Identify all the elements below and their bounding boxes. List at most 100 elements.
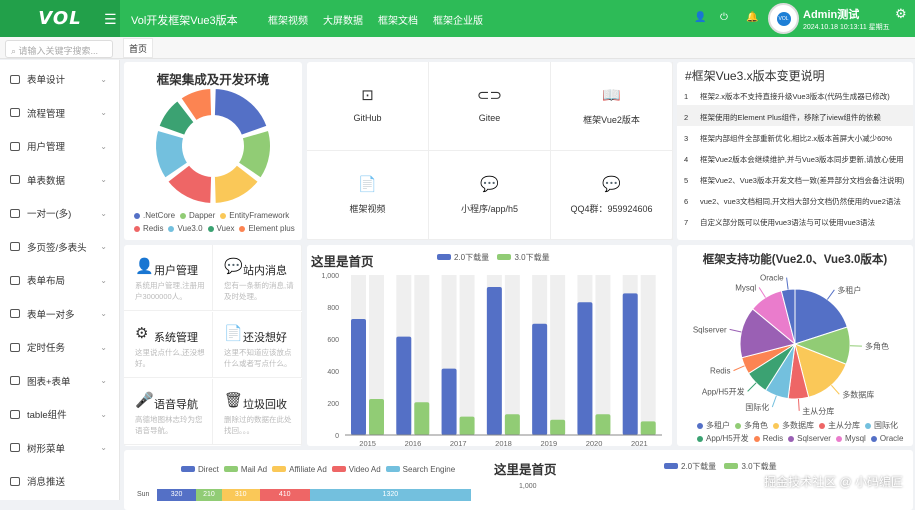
- sidebar-item[interactable]: 流程管理⌄: [10, 104, 110, 122]
- stack-segment-Direct[interactable]: 320: [157, 489, 196, 501]
- stack-segment-Mail Ad[interactable]: 210: [196, 489, 222, 501]
- legend-item[interactable]: Sqlserver: [788, 433, 831, 445]
- power-icon[interactable]: ⏻: [720, 12, 728, 23]
- menu-item-icon: [10, 343, 20, 352]
- tab-home[interactable]: 首页: [123, 38, 153, 58]
- bar-2020-0[interactable]: [577, 302, 592, 435]
- chevron-down-icon: ⌄: [100, 309, 107, 318]
- legend-3-0[interactable]: 3.0下载量: [741, 461, 776, 472]
- bar-2020-1[interactable]: [595, 414, 610, 435]
- legend-item[interactable]: 国际化: [865, 420, 898, 432]
- bar-2017-1[interactable]: [460, 417, 475, 435]
- legend-item[interactable]: Element plus: [239, 223, 294, 235]
- legend-item[interactable]: Direct: [181, 465, 219, 474]
- link-1[interactable]: ⊂⊃Gitee: [429, 62, 551, 151]
- x-tick: 2016: [405, 439, 422, 446]
- logo: VOL: [0, 0, 120, 37]
- sidebar-item[interactable]: table组件⌄: [10, 405, 110, 423]
- legend-item[interactable]: Vue3.0: [168, 223, 202, 235]
- chevron-down-icon: ⌄: [100, 443, 107, 452]
- menu-toggle-icon[interactable]: ☰: [104, 11, 117, 28]
- stack-segment-Video Ad[interactable]: 410: [260, 489, 310, 501]
- nav-docs[interactable]: 框架文档: [378, 12, 418, 27]
- link-3[interactable]: 📄框架视频: [307, 151, 429, 240]
- sidebar-item[interactable]: 单表数据⌄: [10, 171, 110, 189]
- sidebar-item[interactable]: 树形菜单⌄: [10, 439, 110, 457]
- x-tick: 2015: [359, 439, 376, 446]
- bar-2018-0[interactable]: [487, 287, 502, 435]
- legend-item[interactable]: 多租户: [697, 420, 730, 432]
- stack-segment-Search Engine[interactable]: 1320: [310, 489, 471, 501]
- legend-item[interactable]: Dapper: [180, 210, 215, 222]
- legend-item[interactable]: Redis: [134, 223, 163, 235]
- legend-item[interactable]: Video Ad: [332, 465, 381, 474]
- stack-segment-Affiliate Ad[interactable]: 310: [222, 489, 260, 501]
- feature-tile[interactable]: 🎤语音导航高德地图林志玲为您语音导航。: [124, 379, 213, 445]
- legend-item[interactable]: 多数据库: [773, 420, 814, 432]
- feature-tile[interactable]: ⚙系统管理这里说点什么,还没想好。: [124, 312, 213, 378]
- sidebar-item-label: 多页签/多表头: [27, 240, 87, 254]
- legend-item[interactable]: Affiliate Ad: [272, 465, 327, 474]
- legend-item[interactable]: Mysql: [836, 433, 866, 445]
- bar-2021-0[interactable]: [623, 293, 638, 435]
- feature-tile[interactable]: 👤用户管理系统用户管理,注册用户3000000人。: [124, 245, 213, 311]
- sidebar-item[interactable]: 表单设计⌄: [10, 70, 110, 88]
- avatar[interactable]: VOL: [768, 3, 799, 34]
- sidebar-item-label: 表单一对多: [27, 307, 75, 321]
- legend-item[interactable]: Oracle: [871, 433, 904, 445]
- sidebar-item[interactable]: 用户管理⌄: [10, 137, 110, 155]
- sidebar-item[interactable]: 多页签/多表头⌄: [10, 238, 110, 256]
- gear-icon[interactable]: ⚙: [895, 6, 907, 22]
- feature-tile[interactable]: 📄还没想好这里不知道应该放点什么或者写点什么。: [213, 312, 302, 378]
- bar-2016-0[interactable]: [396, 337, 411, 435]
- bar-2016-1[interactable]: [414, 402, 429, 435]
- sidebar-item-label: 单表数据: [27, 173, 65, 187]
- user-icon[interactable]: 👤: [694, 12, 706, 23]
- sidebar-item[interactable]: 表单一对多 ⌄: [10, 305, 110, 323]
- sidebar-item[interactable]: 消息推送: [10, 472, 110, 490]
- pie-chart: 多租户多角色多数据库主从分库国际化App/H5开发RedisSqlserverM…: [677, 269, 913, 419]
- bar-2015-1[interactable]: [369, 399, 384, 435]
- chevron-down-icon: ⌄: [100, 410, 107, 419]
- slice-label: 多数据库: [842, 389, 874, 399]
- legend-item[interactable]: 主从分库: [819, 420, 860, 432]
- legend-item[interactable]: Search Engine: [386, 465, 455, 474]
- feature-title: 语音导航: [154, 396, 198, 412]
- sidebar-item[interactable]: 图表+表单⌄: [10, 372, 110, 390]
- bar-2015-0[interactable]: [351, 319, 366, 435]
- feature-tile[interactable]: 💬站内消息您有一条新的消息,请及时处理。: [213, 245, 302, 311]
- sidebar-item[interactable]: 一对一(多)⌄: [10, 204, 110, 222]
- nav-bigscreen[interactable]: 大屏数据: [323, 12, 363, 27]
- legend-item[interactable]: App/H5开发: [697, 433, 749, 445]
- slice-.NetCore[interactable]: [214, 88, 268, 136]
- legend-2-0[interactable]: 2.0下载量: [681, 461, 716, 472]
- bar-2019-1[interactable]: [550, 420, 565, 435]
- legend-item[interactable]: Redis: [754, 433, 783, 445]
- sidebar-item[interactable]: 表单布局⌄: [10, 271, 110, 289]
- nav-video[interactable]: 框架视频: [268, 12, 308, 27]
- legend-label: Mysql: [845, 433, 866, 445]
- bar-2018-1[interactable]: [505, 414, 520, 435]
- bar-2017-0[interactable]: [442, 369, 457, 435]
- bar-2019-0[interactable]: [532, 324, 547, 435]
- bell-icon[interactable]: 🔔: [746, 12, 758, 23]
- feature-tile[interactable]: 🗑垃圾回收删除过的数据在此处找回。。。: [213, 379, 302, 445]
- link-2[interactable]: 📖框架Vue2版本: [551, 62, 673, 151]
- legend-item[interactable]: Mail Ad: [224, 465, 267, 474]
- segment-label: 320: [171, 491, 183, 498]
- legend-item[interactable]: .NetCore: [134, 210, 175, 222]
- search-input[interactable]: ⌕ 请输入关键字搜索...: [5, 40, 113, 58]
- chevron-down-icon: ⌄: [100, 276, 107, 285]
- link-4[interactable]: 💬小程序/app/h5: [429, 151, 551, 240]
- label-line: [748, 383, 756, 391]
- sidebar-item[interactable]: 定时任务⌄: [10, 338, 110, 356]
- legend-item[interactable]: EntityFramework: [220, 210, 289, 222]
- legend-item[interactable]: Vuex: [208, 223, 235, 235]
- changelog-item: 7自定义部分既可以使用vue3语法与可以使用vue3语法: [677, 210, 913, 231]
- legend-item[interactable]: 多角色: [735, 420, 768, 432]
- bar-2021-1[interactable]: [641, 421, 656, 435]
- link-5[interactable]: 💬QQ4群：959924606: [551, 151, 673, 240]
- chevron-down-icon: ⌄: [100, 209, 107, 218]
- nav-enterprise[interactable]: 框架企业版: [433, 12, 483, 27]
- link-0[interactable]: ⊡GitHub: [307, 62, 429, 151]
